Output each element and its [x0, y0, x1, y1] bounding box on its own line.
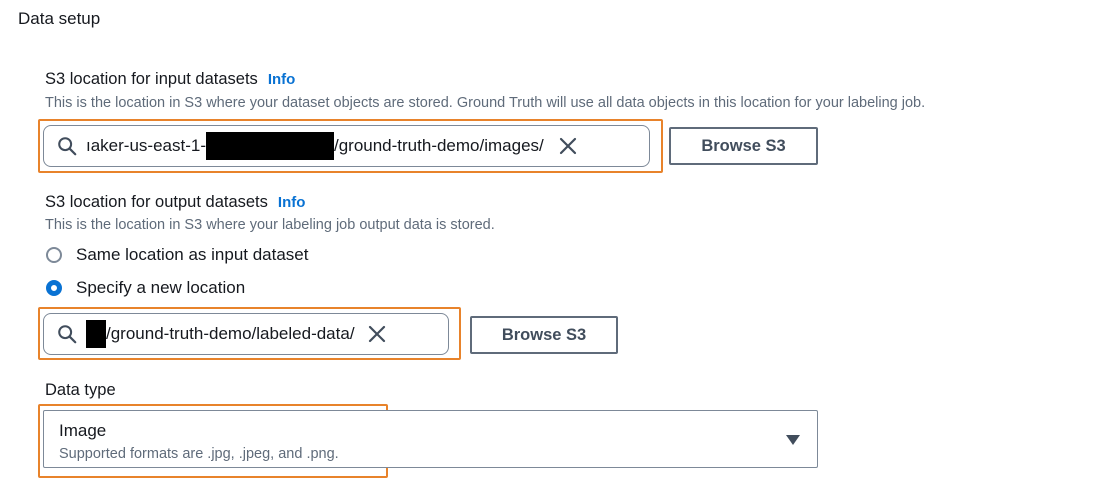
- radio-button-checked[interactable]: [46, 280, 62, 296]
- section-title: Data setup: [18, 9, 101, 28]
- output-location-label-row: S3 location for output datasets Info: [45, 193, 305, 212]
- radio-new-location[interactable]: Specify a new location: [46, 278, 245, 298]
- redacted-bucket-name: [86, 320, 106, 348]
- input-browse-s3-button[interactable]: Browse S3: [669, 127, 818, 165]
- search-icon: [58, 137, 77, 156]
- close-icon[interactable]: [558, 136, 578, 156]
- output-location-search-input[interactable]: /ground-truth-demo/labeled-data/: [43, 313, 449, 355]
- radio-button-unchecked[interactable]: [46, 247, 62, 263]
- input-location-info-link[interactable]: Info: [268, 71, 296, 88]
- data-type-label: Data type: [45, 381, 116, 399]
- input-location-search-input[interactable]: ıaker-us-east-1- /ground-truth-demo/image…: [43, 125, 650, 167]
- input-location-value: ıaker-us-east-1- /ground-truth-demo/image…: [86, 132, 544, 160]
- data-type-selected-description: Supported formats are .jpg, .jpeg, and .…: [59, 446, 339, 462]
- radio-same-location-label: Same location as input dataset: [76, 245, 309, 264]
- data-type-selected-value: Image: [59, 421, 107, 440]
- input-location-description: This is the location in S3 where your da…: [45, 95, 926, 111]
- search-icon: [58, 325, 77, 344]
- output-location-label: S3 location for output datasets: [45, 193, 268, 211]
- output-location-value: /ground-truth-demo/labeled-data/: [86, 320, 355, 348]
- caret-down-icon: [786, 435, 800, 445]
- output-location-value-suffix: /ground-truth-demo/labeled-data/: [106, 324, 355, 343]
- output-browse-s3-button[interactable]: Browse S3: [470, 316, 618, 354]
- redacted-bucket-name: [205, 132, 334, 160]
- radio-new-location-label: Specify a new location: [76, 278, 246, 297]
- input-location-value-prefix: ıaker-us-east-1-: [86, 136, 206, 155]
- input-location-value-suffix: /ground-truth-demo/images/: [333, 136, 544, 155]
- close-icon[interactable]: [367, 324, 387, 344]
- output-location-description: This is the location in S3 where your la…: [45, 217, 495, 233]
- radio-same-location[interactable]: Same location as input dataset: [46, 245, 308, 265]
- input-location-label: S3 location for input datasets: [45, 70, 258, 88]
- input-location-label-row: S3 location for input datasets Info: [45, 70, 295, 89]
- data-type-select[interactable]: Image Supported formats are .jpg, .jpeg,…: [43, 410, 818, 468]
- output-location-info-link[interactable]: Info: [278, 194, 306, 211]
